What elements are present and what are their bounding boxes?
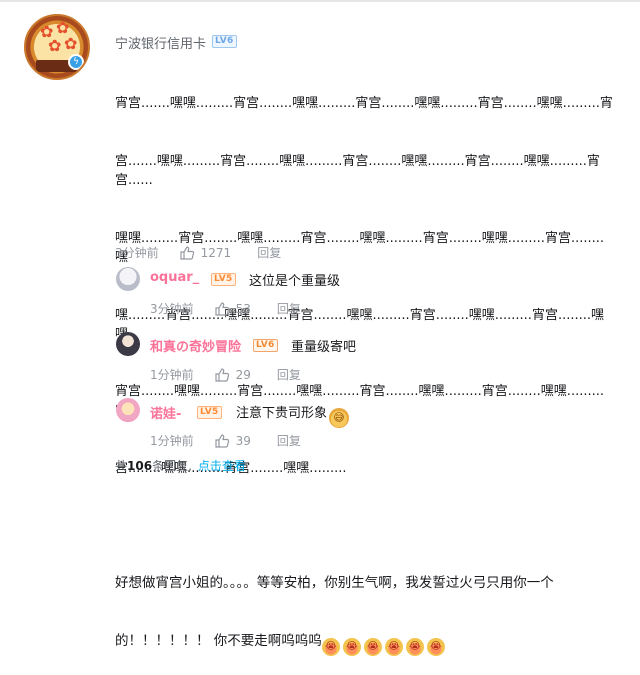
main-avatar[interactable]: ✿ ✿ ✿ ✿ ϟ	[24, 14, 90, 80]
main-username[interactable]: 宁波银行信用卡	[115, 33, 206, 52]
reply-button[interactable]: 回复	[277, 432, 301, 449]
reply-button[interactable]: 回复	[277, 366, 301, 383]
like-count: 53	[235, 301, 251, 316]
reply-avatar[interactable]	[116, 332, 140, 356]
reply-username[interactable]: 和真の奇妙冒险	[150, 336, 241, 355]
thumbs-up-icon	[215, 301, 229, 316]
thumbs-up-icon	[180, 245, 194, 260]
crying-emote-icon: 😭	[321, 637, 340, 656]
thumbs-up-icon	[215, 433, 229, 448]
flower-icon: ✿	[48, 36, 62, 55]
comment-time: 1分钟前	[150, 368, 194, 382]
reply-meta: 1分钟前 29 回复	[150, 366, 301, 383]
comment-time: 1分钟前	[150, 434, 194, 448]
reply-username[interactable]: 诺娃-	[150, 403, 181, 422]
top-divider	[0, 0, 640, 2]
reply-username[interactable]: oquar_	[150, 270, 199, 285]
reply-content: 注意下贵司形象 😅	[236, 402, 350, 428]
like-button[interactable]: 39	[214, 433, 251, 449]
reply-button[interactable]: 回复	[277, 300, 301, 317]
reply-content-text: 注意下贵司形象	[236, 406, 328, 421]
level-badge: LV6	[212, 35, 237, 48]
crying-emote-icon: 😭	[384, 637, 403, 656]
like-count: 1271	[200, 245, 232, 260]
level-badge: LV5	[197, 406, 222, 419]
like-button[interactable]: 1271	[179, 245, 232, 261]
reply-button[interactable]: 回复	[257, 244, 281, 261]
more-prefix: 共	[115, 459, 128, 473]
reply-meta: 1分钟前 39 回复	[150, 432, 301, 449]
content-line: 的！！！！！！ 你不要走啊呜呜呜 😭 😭 😭 😭 😭 😭	[115, 632, 615, 656]
sweat-face-icon: 😅	[329, 408, 350, 428]
content-line: 宵宫........嘿嘿.........宵宫........嘿嘿.......…	[115, 384, 604, 418]
more-suffix: 条回复,	[152, 459, 192, 473]
level-badge: LV6	[253, 339, 278, 352]
crying-emote-icon: 😭	[426, 637, 445, 656]
thumbs-up-icon	[215, 367, 229, 382]
reply-avatar[interactable]	[116, 398, 140, 422]
content-text: 的！！！！！！ 你不要走啊呜呜呜	[115, 632, 322, 649]
flower-icon: ✿	[64, 34, 78, 53]
more-replies: 共106条回复, 点击查看	[115, 457, 246, 474]
crying-emote-icon: 😭	[363, 637, 382, 656]
view-replies-link[interactable]: 点击查看	[198, 459, 246, 473]
content-line: 宵宫.......嘿嘿.........宵宫........嘿嘿........…	[115, 96, 613, 112]
content-line: 好想做宵宫小姐的。。。。等等安柏，你别生气啊，我发誓过火弓只用你一个	[115, 575, 554, 592]
crying-emote-icon: 😭	[405, 637, 424, 656]
lightning-icon: ϟ	[68, 54, 84, 70]
main-comment-meta: 3分钟前 1271 回复	[115, 244, 281, 261]
like-button[interactable]: 53	[214, 301, 251, 317]
reply-meta: 3分钟前 53 回复	[150, 300, 301, 317]
like-button[interactable]: 29	[214, 367, 251, 383]
comment-time: 3分钟前	[150, 302, 194, 316]
comment-time: 3分钟前	[115, 246, 159, 260]
crying-emote-icon: 😭	[342, 637, 361, 656]
reply-content: 重量级寄吧	[291, 340, 357, 355]
like-count: 39	[235, 433, 251, 448]
like-count: 29	[235, 367, 251, 382]
reply-count: 106	[127, 459, 153, 473]
content-line: 宫.......嘿嘿.........宵宫........嘿嘿.........…	[115, 154, 600, 189]
level-badge: LV5	[211, 273, 236, 286]
reply-avatar[interactable]	[116, 267, 140, 291]
reply-content: 这位是个重量级	[249, 274, 341, 289]
